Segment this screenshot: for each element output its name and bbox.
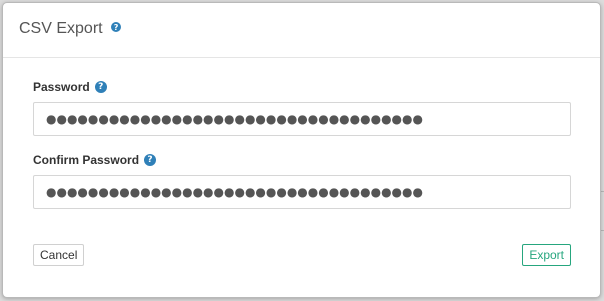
csv-export-dialog: CSV Export ? Password ? Confirm Password… — [2, 2, 601, 298]
confirm-password-label: Confirm Password ? — [33, 153, 570, 167]
confirm-password-input[interactable] — [33, 175, 571, 209]
confirm-password-label-text: Confirm Password — [33, 153, 140, 167]
password-group: Password ? — [33, 80, 571, 136]
password-input[interactable] — [33, 102, 571, 136]
dialog-footer: Cancel Export — [3, 244, 600, 266]
question-circle-icon[interactable]: ? — [94, 81, 107, 93]
dialog-body: Password ? Confirm Password ? — [3, 58, 600, 209]
question-circle-icon[interactable]: ? — [144, 154, 157, 166]
dialog-title: CSV Export — [19, 20, 103, 37]
password-label-text: Password — [33, 80, 90, 94]
confirm-password-group: Confirm Password ? — [33, 153, 571, 209]
question-circle-icon[interactable]: ? — [111, 22, 122, 32]
password-label: Password ? — [33, 80, 570, 94]
export-button[interactable]: Export — [522, 244, 571, 266]
dialog-header: CSV Export ? — [3, 3, 600, 58]
cancel-button[interactable]: Cancel — [33, 244, 85, 266]
